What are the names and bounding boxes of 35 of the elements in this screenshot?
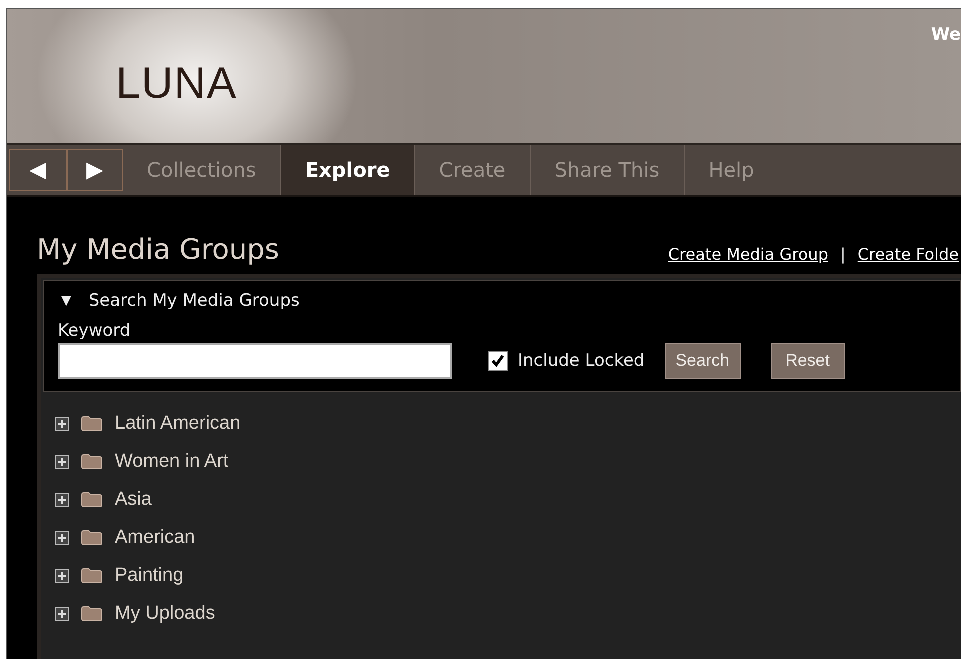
- reset-button[interactable]: Reset: [770, 343, 845, 379]
- search-title: Search My Media Groups: [88, 291, 300, 311]
- keyword-field[interactable]: [58, 343, 452, 379]
- logo: LUNA: [116, 59, 238, 109]
- keyword-label: Keyword: [58, 321, 132, 341]
- group-name[interactable]: My Uploads: [115, 603, 216, 625]
- nav-tab[interactable]: Explore: [281, 145, 416, 195]
- forward-button[interactable]: ▶: [67, 149, 123, 191]
- expand-icon[interactable]: [55, 569, 69, 583]
- expand-icon[interactable]: [55, 455, 69, 469]
- expand-icon[interactable]: [55, 417, 69, 431]
- expand-icon[interactable]: [55, 493, 69, 507]
- link-separator: |: [840, 245, 846, 264]
- page-title: My Media Groups: [37, 233, 280, 266]
- group-name[interactable]: Women in Art: [115, 451, 229, 473]
- group-name[interactable]: American: [115, 527, 196, 549]
- expand-icon[interactable]: [55, 531, 69, 545]
- folder-icon: [81, 568, 103, 584]
- collapse-toggle[interactable]: ▼: [58, 291, 75, 311]
- search-button[interactable]: Search: [664, 343, 741, 379]
- create-link[interactable]: Create Folde: [858, 245, 959, 264]
- include-locked-checkbox[interactable]: [488, 351, 508, 371]
- group-name[interactable]: Painting: [115, 565, 184, 587]
- folder-icon: [81, 530, 103, 546]
- group-name[interactable]: Latin American: [115, 413, 241, 435]
- folder-icon: [81, 492, 103, 508]
- folder-icon: [81, 454, 103, 470]
- folder-icon: [81, 416, 103, 432]
- create-link[interactable]: Create Media Group: [668, 245, 828, 264]
- expand-icon[interactable]: [55, 607, 69, 621]
- back-button[interactable]: ◀: [9, 149, 67, 191]
- folder-icon: [81, 606, 103, 622]
- checkbox-label: Include Locked: [518, 351, 645, 371]
- group-name[interactable]: Asia: [115, 489, 152, 511]
- greeting-text: We: [931, 25, 961, 45]
